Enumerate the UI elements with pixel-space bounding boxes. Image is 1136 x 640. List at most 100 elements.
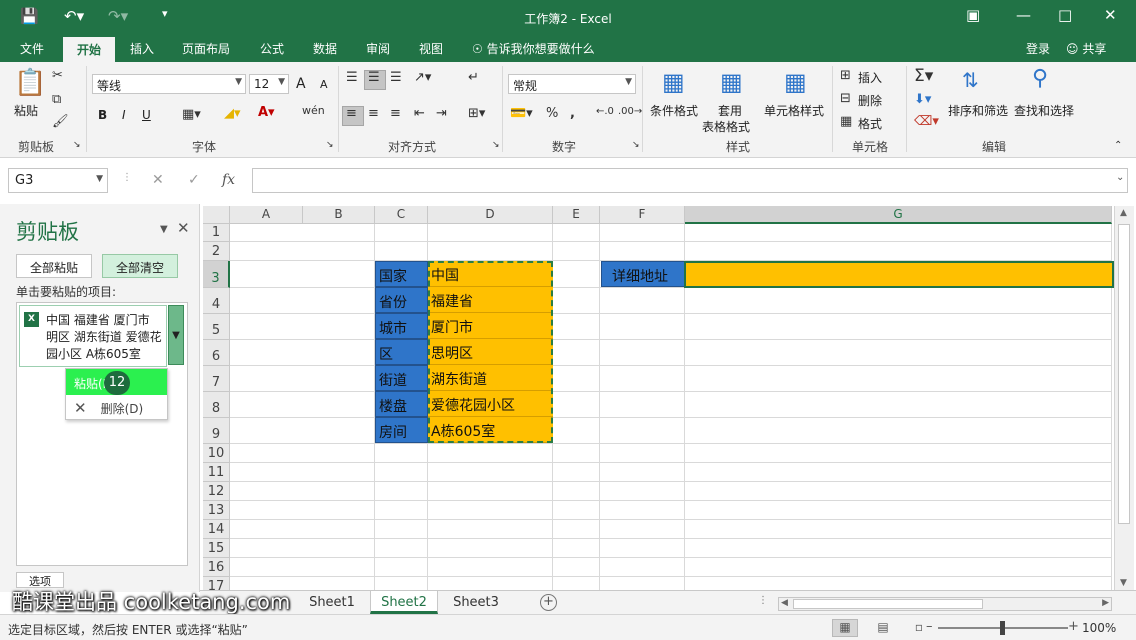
format-cells-button[interactable]: 格式 — [858, 115, 882, 132]
clipboard-item-dropdown-icon[interactable]: ▼ — [168, 305, 184, 365]
tabbar-grip-icon[interactable]: ⋮ — [758, 595, 768, 606]
borders-icon[interactable]: ▦▾ — [182, 107, 201, 122]
restore-ribbon-icon[interactable]: ▣ — [966, 6, 980, 24]
number-launcher-icon[interactable]: ↘ — [632, 140, 640, 150]
delete-cells-icon[interactable]: ⊟ — [840, 91, 851, 106]
row-header-2[interactable]: 2 — [203, 242, 230, 261]
tab-home[interactable]: 开始 — [63, 37, 116, 64]
name-box[interactable]: G3 ▼ — [8, 168, 108, 193]
page-layout-view-icon[interactable]: ▤ — [870, 619, 896, 637]
cell-c7[interactable]: 街道 — [375, 365, 428, 391]
name-box-dropdown-icon[interactable]: ▼ — [96, 174, 103, 184]
row-header-1[interactable]: 1 — [203, 224, 230, 242]
row-header-12[interactable]: 12 — [203, 482, 230, 501]
tab-formulas[interactable]: 公式 — [260, 40, 284, 57]
decrease-decimal-icon[interactable]: .00→ — [618, 106, 642, 117]
column-header-g[interactable]: G — [685, 206, 1112, 224]
align-left-icon[interactable]: ≡ — [346, 106, 357, 121]
column-header-f[interactable]: F — [600, 206, 685, 224]
confirm-entry-icon[interactable]: ✓ — [188, 172, 200, 188]
conditional-format-button[interactable]: 条件格式 — [650, 102, 698, 119]
sort-filter-icon[interactable]: ⇅ — [962, 68, 979, 92]
row-header-8[interactable]: 8 — [203, 392, 230, 418]
zoom-in-icon[interactable]: + — [1068, 619, 1079, 634]
cancel-entry-icon[interactable]: ✕ — [152, 172, 164, 188]
column-header-c[interactable]: C — [375, 206, 428, 224]
fill-color-icon[interactable]: ◢▾ — [224, 106, 241, 121]
insert-function-icon[interactable]: fx — [222, 172, 235, 188]
row-header-13[interactable]: 13 — [203, 501, 230, 520]
row-header-9[interactable]: 9 — [203, 418, 230, 444]
cell-c6[interactable]: 区 — [375, 339, 428, 365]
cell-styles-icon[interactable]: ▦ — [784, 68, 807, 96]
font-launcher-icon[interactable]: ↘ — [326, 140, 334, 150]
insert-cells-button[interactable]: 插入 — [858, 69, 882, 86]
insert-cells-icon[interactable]: ⊞ — [840, 68, 851, 83]
orientation-icon[interactable]: ↗▾ — [414, 70, 431, 85]
percent-icon[interactable]: % — [546, 106, 558, 121]
tab-view[interactable]: 视图 — [419, 40, 443, 57]
scroll-down-icon[interactable]: ▼ — [1120, 578, 1127, 588]
paste-icon[interactable]: 📋 — [14, 68, 46, 98]
conditional-format-icon[interactable]: ▦ — [662, 68, 685, 96]
tab-insert[interactable]: 插入 — [130, 40, 154, 57]
font-name-select[interactable]: 等线 ▼ — [92, 74, 246, 94]
tell-me-box[interactable]: ☉ 告诉我你想要做什么 — [472, 40, 595, 57]
row-header-15[interactable]: 15 — [203, 539, 230, 558]
cell-f3[interactable]: 详细地址 — [601, 261, 685, 287]
align-top-icon[interactable]: ☰ — [346, 70, 358, 85]
align-center-icon[interactable]: ≡ — [368, 106, 379, 121]
merge-center-icon[interactable]: ⊞▾ — [468, 106, 485, 121]
minimize-icon[interactable]: — — [1016, 6, 1031, 24]
sort-filter-button[interactable]: 排序和筛选 — [948, 102, 1008, 119]
find-select-icon[interactable]: ⚲ — [1032, 66, 1048, 91]
close-icon[interactable]: ✕ — [1104, 6, 1117, 24]
cell-c5[interactable]: 城市 — [375, 313, 428, 339]
format-as-table-icon[interactable]: ▦ — [720, 68, 743, 96]
row-header-7[interactable]: 7 — [203, 366, 230, 392]
alignment-launcher-icon[interactable]: ↘ — [492, 140, 500, 150]
row-header-16[interactable]: 16 — [203, 558, 230, 577]
find-select-button[interactable]: 查找和选择 — [1014, 102, 1074, 119]
pane-options-icon[interactable]: ▼ — [160, 224, 168, 235]
row-header-11[interactable]: 11 — [203, 463, 230, 482]
align-middle-icon[interactable]: ☰ — [368, 70, 380, 85]
zoom-percent[interactable]: 100% — [1082, 621, 1116, 635]
column-header-b[interactable]: B — [303, 206, 375, 224]
grow-font-button[interactable]: A — [296, 76, 306, 92]
number-format-select[interactable]: 常规 ▼ — [508, 74, 636, 94]
format-as-table-label-2[interactable]: 表格格式 — [702, 118, 750, 135]
phonetic-icon[interactable]: wén — [302, 104, 325, 117]
font-color-icon[interactable]: A▾ — [258, 105, 275, 120]
clipboard-item[interactable]: X 中国 福建省 厦门市 明区 湖东街道 爱德花 园小区 A栋605室 — [19, 305, 167, 367]
autosum-icon[interactable]: Σ▾ — [914, 66, 933, 86]
wrap-text-icon[interactable]: ↵ — [468, 70, 479, 85]
fill-icon[interactable]: ⬇▾ — [914, 92, 931, 107]
clear-all-button[interactable]: 全部清空 — [102, 254, 178, 278]
bold-button[interactable]: B — [98, 108, 107, 122]
scroll-thumb[interactable] — [1118, 224, 1130, 524]
increase-indent-icon[interactable]: ⇥ — [436, 106, 447, 121]
row-header-14[interactable]: 14 — [203, 520, 230, 539]
column-header-d[interactable]: D — [428, 206, 553, 224]
zoom-slider-thumb[interactable] — [1000, 621, 1005, 635]
row-header-6[interactable]: 6 — [203, 340, 230, 366]
format-painter-icon[interactable]: 🖌 — [52, 114, 69, 129]
add-sheet-icon[interactable]: + — [540, 594, 557, 611]
tab-review[interactable]: 审阅 — [366, 40, 390, 57]
horizontal-scrollbar[interactable]: ◀ ▶ — [778, 597, 1112, 611]
cell-styles-button[interactable]: 单元格样式 — [764, 102, 824, 119]
select-all-corner[interactable] — [203, 206, 230, 224]
hscroll-thumb[interactable] — [793, 599, 983, 609]
format-as-table-label-1[interactable]: 套用 — [718, 102, 742, 119]
row-header-4[interactable]: 4 — [203, 288, 230, 314]
align-right-icon[interactable]: ≡ — [390, 106, 401, 121]
underline-button[interactable]: U — [142, 108, 151, 122]
normal-view-icon[interactable]: ▦ — [832, 619, 858, 637]
shrink-font-button[interactable]: A — [320, 78, 328, 91]
collapse-ribbon-icon[interactable]: ⌃ — [1114, 140, 1122, 151]
sheet-tab-3[interactable]: Sheet3 — [444, 591, 508, 614]
delete-cells-button[interactable]: 删除 — [858, 92, 882, 109]
format-cells-icon[interactable]: ▦ — [840, 114, 852, 129]
tab-file[interactable]: 文件 — [20, 40, 44, 57]
